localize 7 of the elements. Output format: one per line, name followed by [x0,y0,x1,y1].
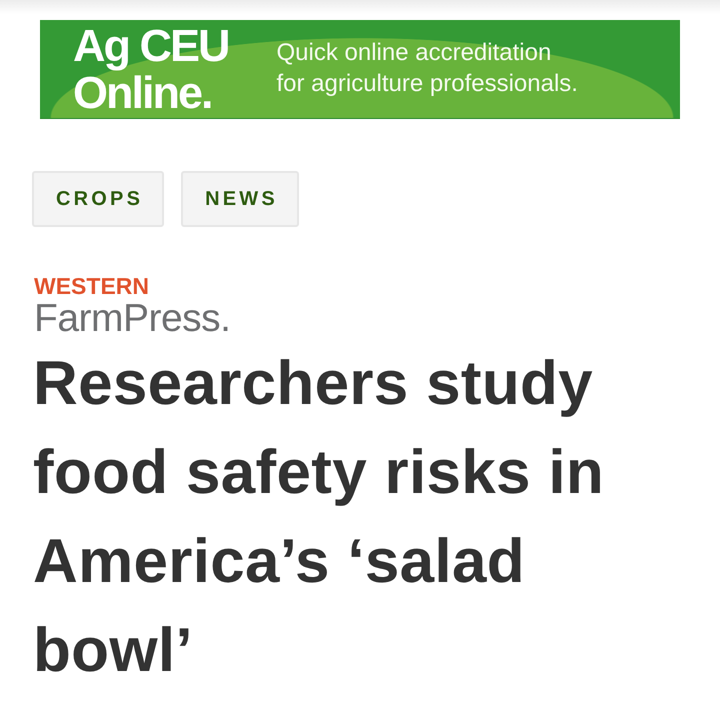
ad-tagline: Quick online accreditation for agriculture professionals. [276,38,578,99]
article-headline: Researchers study food safety risks in America’s ‘salad bowl’ [33,348,606,687]
ad-banner[interactable]: Ag CEU Online. Quick online accreditation for agriculture professionals. [40,20,680,119]
category-tag[interactable]: CROPS [32,171,164,227]
ad-logo: Ag CEU Online. [73,22,228,116]
category-tag[interactable]: NEWS [181,171,299,227]
publisher-logo[interactable]: WESTERN FarmPress. [34,275,231,339]
